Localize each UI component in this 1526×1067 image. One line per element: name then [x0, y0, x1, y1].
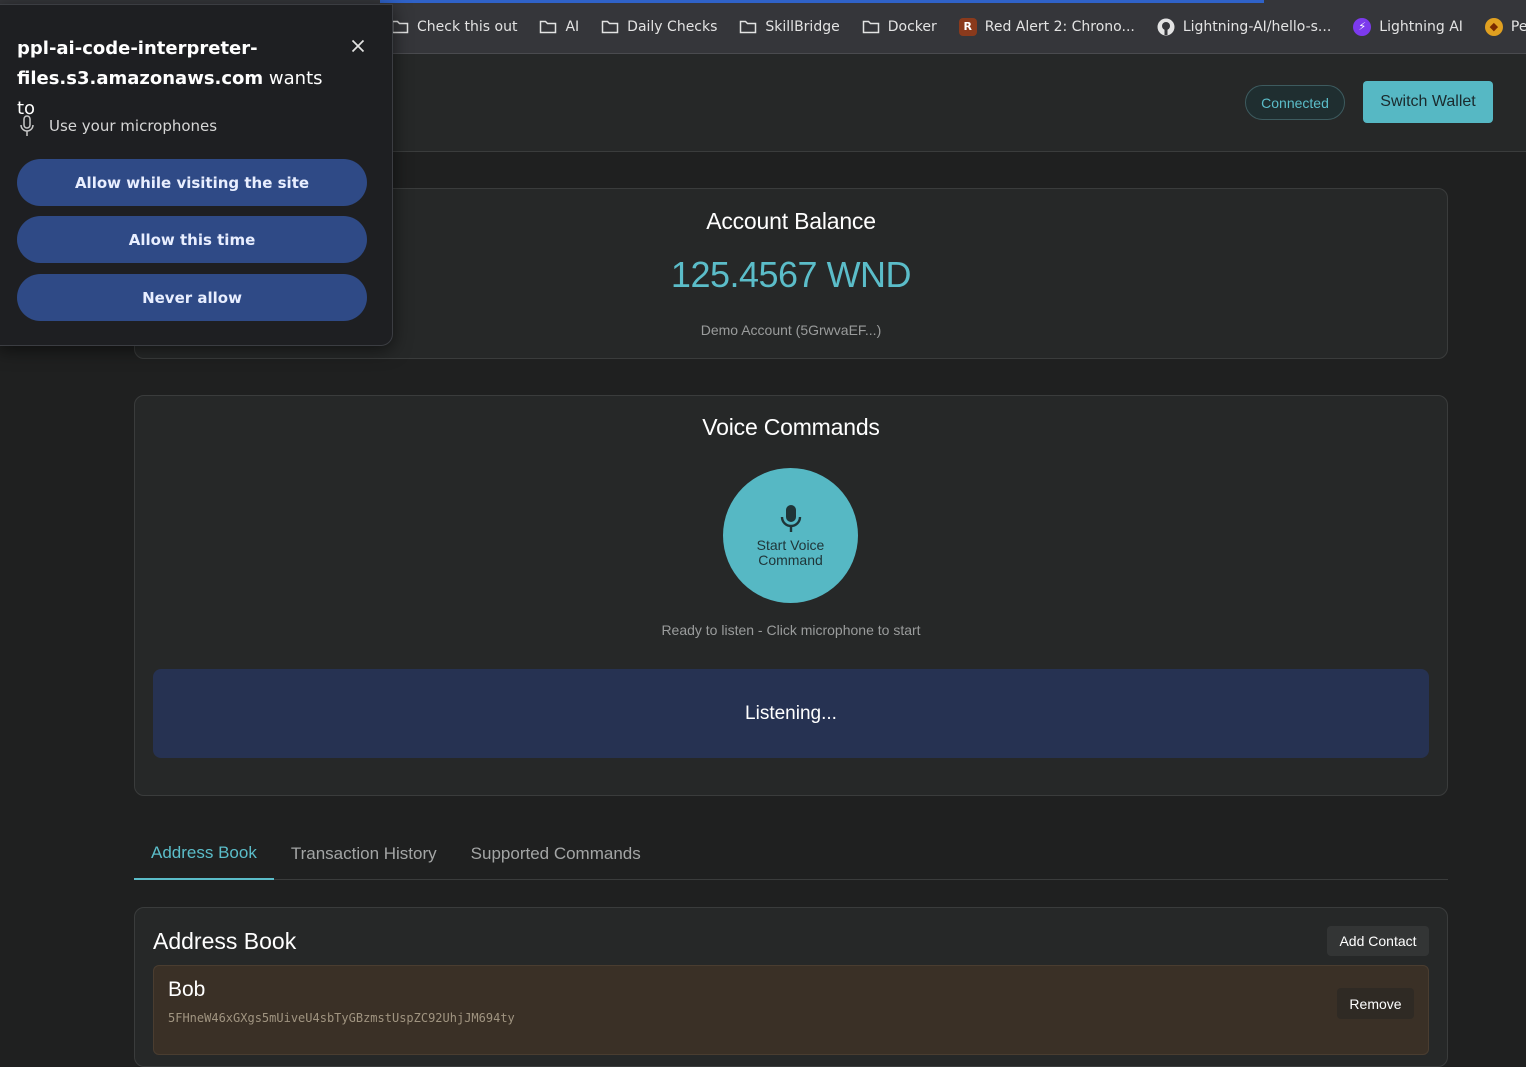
- add-contact-button[interactable]: Add Contact: [1327, 926, 1429, 956]
- bookmark-red-alert[interactable]: R Red Alert 2: Chrono...: [948, 0, 1146, 53]
- contact-address: 5FHneW46xGXgs5mUiveU4sbTyGBzmstUspZC92Uh…: [168, 1011, 515, 1025]
- allow-this-time-button[interactable]: Allow this time: [17, 216, 367, 263]
- bookmark-label: SkillBridge: [765, 18, 840, 35]
- folder-icon: [391, 20, 409, 33]
- address-book-card: Address Book Add Contact Bob 5FHneW46xGX…: [134, 907, 1448, 1067]
- tab-transaction-history[interactable]: Transaction History: [274, 828, 454, 880]
- bookmark-label: Red Alert 2: Chrono...: [984, 18, 1135, 35]
- folder-icon: [601, 20, 619, 33]
- address-book-title: Address Book: [153, 928, 297, 954]
- tab-supported-commands[interactable]: Supported Commands: [454, 828, 658, 880]
- never-allow-button[interactable]: Never allow: [17, 274, 367, 321]
- voice-status-text: Ready to listen - Click microphone to st…: [661, 622, 921, 638]
- start-voice-command-button[interactable]: Start Voice Command: [723, 468, 858, 603]
- bookmark-label: Perp: [1510, 18, 1526, 35]
- permission-microphone-row: Use your microphones: [19, 115, 217, 137]
- folder-icon: [862, 20, 879, 33]
- mic-button-label: Start Voice Command: [756, 536, 825, 568]
- remove-contact-button[interactable]: Remove: [1337, 988, 1414, 1019]
- bookmark-label: Check this out: [417, 18, 518, 35]
- permission-prompt-title: ppl-ai-code-interpreter-files.s3.amazona…: [17, 34, 337, 124]
- bookmark-label: Lightning-AI/hello-s...: [1182, 18, 1332, 35]
- github-icon: [1157, 18, 1175, 35]
- contact-name: Bob: [168, 978, 206, 1001]
- microphone-icon: [780, 504, 801, 532]
- listening-indicator: Listening...: [153, 669, 1429, 758]
- bookmark-check-this-out[interactable]: Check this out: [380, 0, 528, 53]
- voice-commands-card: Voice Commands Start Voice Command Ready…: [134, 395, 1448, 796]
- switch-wallet-button[interactable]: Switch Wallet: [1363, 81, 1493, 123]
- bookmark-lightning-github[interactable]: Lightning-AI/hello-s...: [1146, 0, 1342, 53]
- tab-address-book[interactable]: Address Book: [134, 828, 274, 880]
- bookmark-docker[interactable]: Docker: [851, 0, 948, 53]
- microphone-permission-popup: ppl-ai-code-interpreter-files.s3.amazona…: [0, 4, 393, 346]
- tab-bar: Address Book Transaction History Support…: [134, 828, 1448, 880]
- red-alert-favicon: R: [958, 17, 977, 36]
- allow-while-visiting-button[interactable]: Allow while visiting the site: [17, 159, 367, 206]
- perp-favicon: ◆: [1484, 17, 1503, 36]
- bookmark-label: Daily Checks: [627, 18, 718, 35]
- bookmark-daily-checks[interactable]: Daily Checks: [590, 0, 728, 53]
- contact-row: Bob 5FHneW46xGXgs5mUiveU4sbTyGBzmstUspZC…: [153, 965, 1429, 1055]
- folder-icon: [540, 20, 557, 33]
- folder-icon: [740, 20, 757, 33]
- voice-commands-title: Voice Commands: [702, 414, 880, 440]
- close-icon[interactable]: [347, 35, 369, 57]
- bookmark-perp[interactable]: ◆ Perp: [1474, 0, 1526, 53]
- microphone-icon: [20, 115, 34, 136]
- bookmark-ai[interactable]: AI: [528, 0, 590, 53]
- permission-site: ppl-ai-code-interpreter-files.s3.amazona…: [17, 38, 264, 89]
- bookmark-skillbridge[interactable]: SkillBridge: [728, 0, 850, 53]
- bookmark-label: Lightning AI: [1379, 18, 1463, 35]
- listening-text: Listening...: [745, 702, 837, 724]
- bookmark-label: AI: [565, 18, 580, 35]
- bookmark-lightning-ai[interactable]: ⚡ Lightning AI: [1342, 0, 1474, 53]
- lightning-icon: ⚡: [1353, 17, 1372, 36]
- permission-label: Use your microphones: [49, 117, 218, 135]
- connection-status-badge: Connected: [1245, 85, 1345, 120]
- bookmark-label: Docker: [887, 18, 937, 35]
